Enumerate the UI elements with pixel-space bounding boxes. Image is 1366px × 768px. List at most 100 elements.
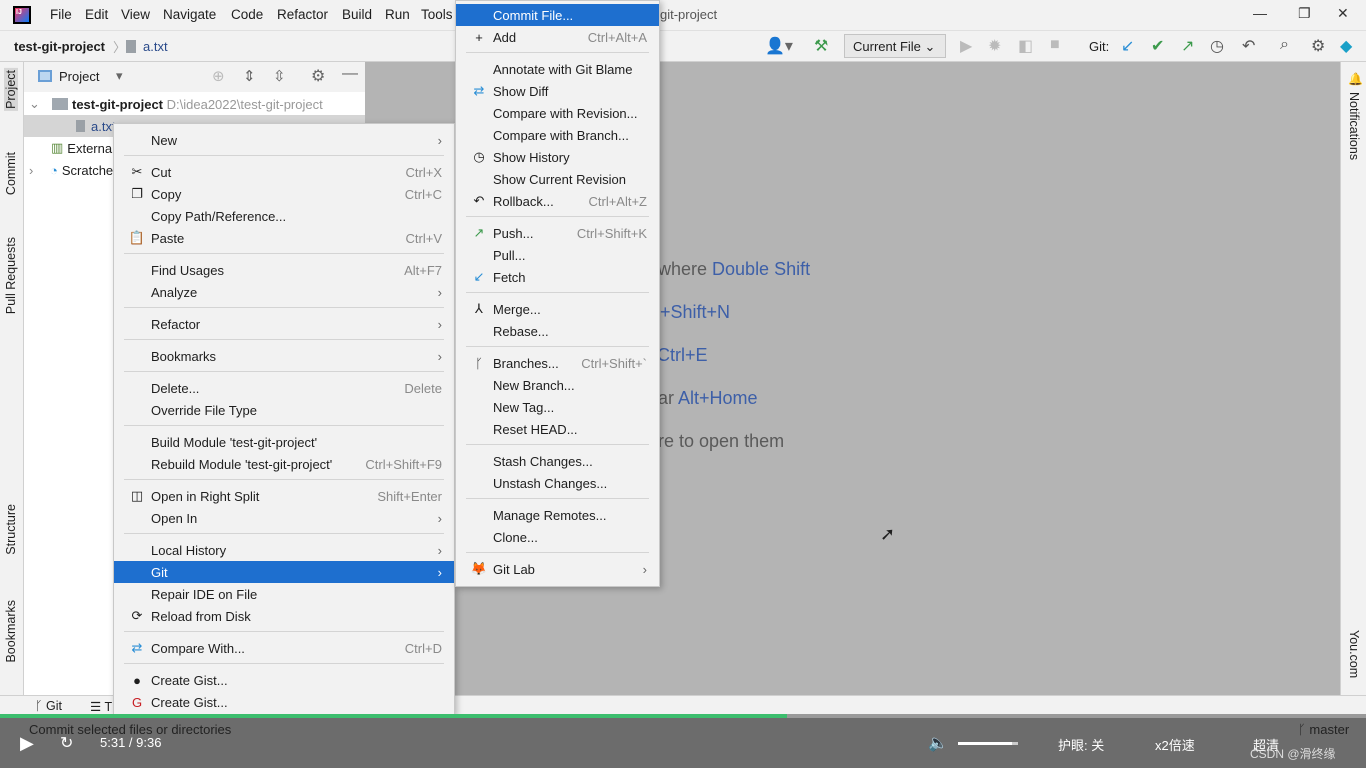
menu-item-new-branch[interactable]: New Branch... — [456, 374, 659, 396]
menu-item-compare-with-branch[interactable]: Compare with Branch... — [456, 124, 659, 146]
menu-item-open-in[interactable]: Open In › — [114, 507, 454, 529]
menu-item-analyze[interactable]: Analyze › — [114, 281, 454, 303]
git-update-icon[interactable]: ↙ — [1121, 36, 1134, 56]
speed-button[interactable]: x2倍速 — [1155, 735, 1195, 754]
menu-item-build-module-test-git-project[interactable]: Build Module 'test-git-project' — [114, 431, 454, 453]
close-icon[interactable]: ✕ — [1337, 5, 1349, 22]
menu-item-bookmarks[interactable]: Bookmarks › — [114, 345, 454, 367]
plugin-logo-icon[interactable]: ◆ — [1340, 36, 1352, 56]
menu-edit[interactable]: Edit — [85, 7, 108, 22]
menu-refactor[interactable]: Refactor — [277, 7, 328, 22]
menu-item-merge[interactable]: ⅄ Merge... — [456, 298, 659, 320]
menu-navigate[interactable]: Navigate — [163, 7, 216, 22]
menu-item-open-in-right-split[interactable]: ◫ Open in Right Split Shift+Enter — [114, 485, 454, 507]
gear-icon[interactable]: ⚙ — [1311, 36, 1325, 56]
menu-item-rebase[interactable]: Rebase... — [456, 320, 659, 342]
volume-slider[interactable] — [958, 742, 1018, 745]
replay-icon[interactable]: ↻ — [60, 733, 73, 753]
breadcrumb-file[interactable]: a.txt — [143, 39, 168, 54]
menu-item-show-current-revision[interactable]: Show Current Revision — [456, 168, 659, 190]
intellij-logo-icon[interactable]: IJ — [13, 6, 31, 24]
locate-icon[interactable]: ⊕ — [212, 67, 225, 85]
menu-item-reset-head[interactable]: Reset HEAD... — [456, 418, 659, 440]
user-icon[interactable]: 👤▾ — [765, 36, 793, 56]
run-icon[interactable]: ▶ — [960, 36, 972, 56]
git-push-icon[interactable]: ↗ — [1181, 36, 1194, 56]
menu-item-rollback[interactable]: ↶ Rollback... Ctrl+Alt+Z — [456, 190, 659, 212]
menu-item-commit-file[interactable]: Commit File... — [456, 4, 659, 26]
menu-item-paste[interactable]: 📋 Paste Ctrl+V — [114, 227, 454, 249]
menu-tools[interactable]: Tools — [421, 7, 453, 22]
collapse-all-icon[interactable]: ⇳ — [273, 67, 286, 85]
tab-structure[interactable]: Structure — [4, 504, 18, 555]
eye-care-toggle[interactable]: 护眼: 关 — [1058, 735, 1104, 754]
menu-item-show-diff[interactable]: ⇄ Show Diff — [456, 80, 659, 102]
menu-item-compare-with-revision[interactable]: Compare with Revision... — [456, 102, 659, 124]
restore-icon[interactable]: ❐ — [1298, 5, 1311, 22]
run-configuration-select[interactable]: Current File ⌄ — [844, 34, 946, 58]
menu-item-local-history[interactable]: Local History › — [114, 539, 454, 561]
menu-item-new-tag[interactable]: New Tag... — [456, 396, 659, 418]
coverage-icon[interactable]: ◧ — [1018, 36, 1033, 56]
menu-item-push[interactable]: ↗ Push... Ctrl+Shift+K — [456, 222, 659, 244]
todo-tool-tab[interactable]: ☰ T — [90, 699, 112, 714]
menu-file[interactable]: File — [50, 7, 72, 22]
minimize-icon[interactable]: — — [1253, 5, 1267, 21]
project-view-title[interactable]: Project — [59, 69, 99, 84]
tab-pull-requests[interactable]: Pull Requests — [4, 237, 18, 314]
menu-item-create-gist[interactable]: G Create Gist... — [114, 691, 454, 713]
tab-project[interactable]: Project — [4, 68, 18, 111]
menu-item-create-gist[interactable]: ● Create Gist... — [114, 669, 454, 691]
breadcrumb-project[interactable]: test-git-project — [14, 39, 105, 54]
tab-notifications[interactable]: Notifications — [1347, 92, 1361, 160]
menu-item-copy-path-reference[interactable]: Copy Path/Reference... — [114, 205, 454, 227]
menu-item-copy[interactable]: ❐ Copy Ctrl+C — [114, 183, 454, 205]
menu-item-delete[interactable]: Delete... Delete — [114, 377, 454, 399]
debug-icon[interactable]: ✹ — [988, 36, 1001, 56]
menu-item-git[interactable]: Git › — [114, 561, 454, 583]
hide-icon[interactable]: — — [342, 65, 358, 83]
menu-item-reload-from-disk[interactable]: ⟳ Reload from Disk — [114, 605, 454, 627]
menu-item-unstash-changes[interactable]: Unstash Changes... — [456, 472, 659, 494]
menu-item-branches[interactable]: ᚴ Branches... Ctrl+Shift+` — [456, 352, 659, 374]
git-tool-tab[interactable]: ᚴ Git — [35, 699, 62, 713]
menu-item-compare-with[interactable]: ⇄ Compare With... Ctrl+D — [114, 637, 454, 659]
tab-you-com[interactable]: You.com — [1347, 630, 1361, 678]
chevron-down-icon[interactable]: ▾ — [116, 68, 123, 84]
menu-item-git-lab[interactable]: 🦊 Git Lab › — [456, 558, 659, 580]
gear-icon[interactable]: ⚙ — [311, 66, 325, 86]
build-hammer-icon[interactable]: ⚒ — [814, 36, 828, 56]
tree-item-root[interactable]: ⌄ test-git-project D:\idea2022\test-git-… — [24, 93, 365, 115]
menu-item-clone[interactable]: Clone... — [456, 526, 659, 548]
menu-item-refactor[interactable]: Refactor › — [114, 313, 454, 335]
expand-all-icon[interactable]: ⇕ — [243, 67, 256, 85]
tab-commit[interactable]: Commit — [4, 152, 18, 195]
notification-bell-icon[interactable]: 🔔 — [1348, 72, 1363, 86]
menu-item-annotate-with-git-blame[interactable]: Annotate with Git Blame — [456, 58, 659, 80]
menu-item-cut[interactable]: ✂ Cut Ctrl+X — [114, 161, 454, 183]
menu-item-pull[interactable]: Pull... — [456, 244, 659, 266]
menu-view[interactable]: View — [121, 7, 150, 22]
menu-run[interactable]: Run — [385, 7, 410, 22]
tab-bookmarks[interactable]: Bookmarks — [4, 600, 18, 663]
menu-item-show-history[interactable]: ◷ Show History — [456, 146, 659, 168]
menu-item-fetch[interactable]: ↙ Fetch — [456, 266, 659, 288]
menu-build[interactable]: Build — [342, 7, 372, 22]
stop-icon[interactable]: ■ — [1050, 36, 1060, 54]
menu-item-find-usages[interactable]: Find Usages Alt+F7 — [114, 259, 454, 281]
menu-item-stash-changes[interactable]: Stash Changes... — [456, 450, 659, 472]
rollback-icon[interactable]: ↶ — [1242, 36, 1255, 56]
menu-item-manage-remotes[interactable]: Manage Remotes... — [456, 504, 659, 526]
menu-item-new[interactable]: New › — [114, 129, 454, 151]
search-icon[interactable]: ⌕ — [1280, 36, 1289, 54]
history-icon[interactable]: ◷ — [1210, 36, 1224, 56]
menu-code[interactable]: Code — [231, 7, 263, 22]
play-icon[interactable]: ▶ — [20, 733, 34, 754]
git-commit-icon[interactable]: ✔ — [1151, 36, 1164, 56]
menu-item-add[interactable]: + Add Ctrl+Alt+A — [456, 26, 659, 48]
menu-item-override-file-type[interactable]: Override File Type — [114, 399, 454, 421]
volume-icon[interactable]: 🔈 — [928, 733, 948, 753]
menu-item-repair-ide-on-file[interactable]: Repair IDE on File — [114, 583, 454, 605]
menu-item-rebuild-module-test-git-project[interactable]: Rebuild Module 'test-git-project' Ctrl+Sh… — [114, 453, 454, 475]
chevron-right-icon: › — [437, 316, 442, 332]
